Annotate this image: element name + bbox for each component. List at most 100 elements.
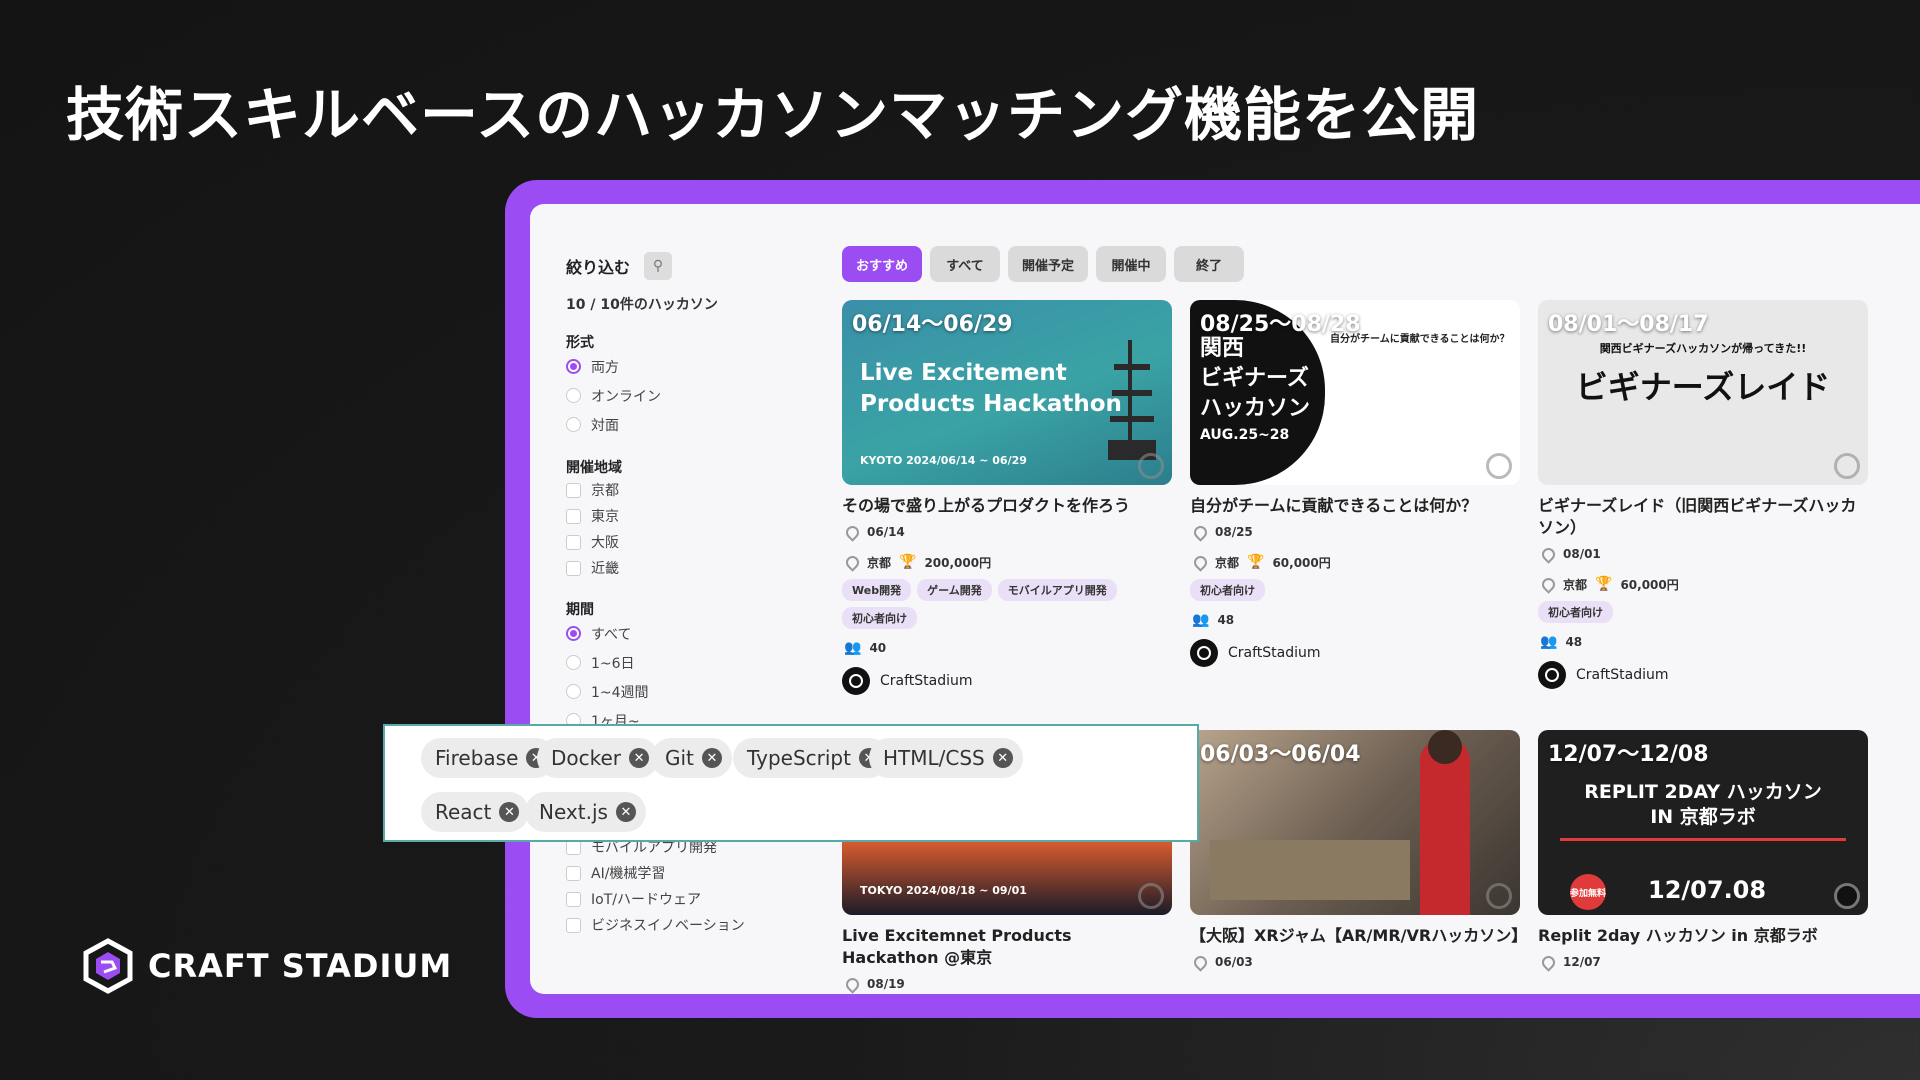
skill-chip-typescript[interactable]: TypeScript✕: [733, 738, 889, 778]
card-participants: 👥 48: [1540, 634, 1583, 650]
craftstadium-mark-icon: [1138, 453, 1164, 479]
format-option-online[interactable]: オンライン: [566, 381, 796, 410]
card-organizer[interactable]: CraftStadium: [842, 667, 1172, 695]
category-option-iot[interactable]: IoT/ハードウェア: [566, 886, 796, 912]
region-option-kinki[interactable]: 近畿: [566, 555, 796, 581]
location-pin-icon: [1191, 552, 1210, 572]
skill-chip-docker[interactable]: Docker ✕: [537, 738, 660, 778]
organizer-logo-icon: [842, 667, 870, 695]
trophy-icon: 🏆: [1595, 576, 1613, 592]
radio-icon[interactable]: [566, 388, 581, 403]
filter-sidebar: 絞り込む ⚲ 10 / 10件のハッカソン 形式 両方 オンライン 対面 開催地…: [566, 252, 796, 735]
skill-chip-react[interactable]: React ✕: [421, 792, 530, 832]
category-option-ai[interactable]: AI/機械学習: [566, 860, 796, 886]
card-thumbnail[interactable]: 08/01〜08/17 関西ビギナーズハッカソンが帰ってきた!! ビギナーズレイ…: [1538, 300, 1868, 485]
card-date: 06/03〜06/04: [1200, 742, 1361, 767]
card-title[interactable]: Live Excitemnet Products Hackathon @東京: [842, 925, 1172, 969]
hackathon-card[interactable]: 06/14〜06/29 Live Excitement Products Hac…: [842, 300, 1172, 695]
period-option-weeks[interactable]: 1~4週間: [566, 677, 796, 706]
tag-chip: モバイルアプリ開発: [997, 579, 1117, 601]
region-group-title: 開催地域: [566, 460, 622, 476]
calendar-pin-icon: [843, 974, 862, 994]
tag-chip: ゲーム開発: [917, 579, 992, 601]
remove-chip-icon[interactable]: ✕: [499, 802, 520, 822]
calendar-pin-icon: [1191, 952, 1210, 972]
format-group-title: 形式: [566, 335, 594, 351]
people-icon: 👥: [1192, 612, 1210, 628]
banner-title: 関西 ビギナーズ ハッカソン AUG.25~28: [1200, 336, 1311, 443]
filter-title: 絞り込む: [566, 258, 631, 277]
radio-icon[interactable]: [566, 655, 581, 670]
banner-divider: [1560, 838, 1846, 841]
format-option-offline[interactable]: 対面: [566, 410, 796, 439]
card-thumbnail[interactable]: 12/07〜12/08 REPLIT 2DAY ハッカソン IN 京都ラボ 参加…: [1538, 730, 1868, 915]
card-thumbnail[interactable]: 06/14〜06/29 Live Excitement Products Hac…: [842, 300, 1172, 485]
card-participants: 👥 48: [1192, 612, 1235, 628]
hackathon-card[interactable]: 08/01〜08/17 関西ビギナーズハッカソンが帰ってきた!! ビギナーズレイ…: [1538, 300, 1868, 689]
category-options: モバイルアプリ開発 AI/機械学習 IoT/ハードウェア ビジネスイノベーション: [566, 834, 796, 938]
checkbox-icon[interactable]: [566, 534, 581, 550]
radio-icon[interactable]: [566, 684, 581, 699]
radio-selected-icon[interactable]: [566, 626, 581, 641]
region-option-kyoto[interactable]: 京都: [566, 477, 796, 503]
remove-chip-icon[interactable]: ✕: [629, 748, 650, 768]
card-start-date: 12/07: [1538, 947, 1868, 977]
checkbox-icon[interactable]: [566, 560, 581, 576]
tab-recommended[interactable]: おすすめ: [842, 246, 923, 282]
remove-chip-icon[interactable]: ✕: [992, 748, 1013, 768]
checkbox-icon[interactable]: [566, 891, 581, 907]
status-tabs: おすすめ すべて 開催予定 開催中 終了: [842, 246, 1245, 282]
trophy-icon: 🏆: [899, 554, 917, 570]
card-organizer[interactable]: CraftStadium: [1190, 639, 1520, 667]
calendar-pin-icon: [1539, 544, 1558, 564]
tag-chip: Web開発: [842, 579, 912, 601]
card-thumbnail[interactable]: 06/03〜06/04: [1190, 730, 1520, 915]
hackathon-card[interactable]: 08/25〜08/28 関西 ビギナーズ ハッカソン AUG.25~28 自分が…: [1190, 300, 1520, 667]
filter-icon[interactable]: ⚲: [644, 252, 673, 280]
card-start-date: 06/03: [1190, 947, 1520, 977]
card-title[interactable]: Replit 2day ハッカソン in 京都ラボ: [1538, 925, 1868, 947]
card-title[interactable]: 自分がチームに貢献できることは何か？: [1190, 495, 1520, 517]
format-option-both[interactable]: 両方: [566, 352, 796, 381]
period-option-days[interactable]: 1~6日: [566, 648, 796, 677]
skill-chip-git[interactable]: Git ✕: [651, 738, 732, 778]
category-option-business[interactable]: ビジネスイノベーション: [566, 912, 796, 938]
result-count: 10 / 10件のハッカソン: [566, 297, 718, 313]
tab-all[interactable]: すべて: [930, 246, 1001, 282]
radio-icon[interactable]: [566, 417, 581, 432]
skill-chip-nextjs[interactable]: Next.js ✕: [525, 792, 646, 832]
person-head: [1428, 730, 1462, 764]
card-organizer[interactable]: CraftStadium: [1538, 661, 1868, 689]
tab-ongoing[interactable]: 開催中: [1096, 246, 1167, 282]
region-option-tokyo[interactable]: 東京: [566, 503, 796, 529]
card-title[interactable]: その場で盛り上がるプロダクトを作ろう: [842, 495, 1172, 517]
checkbox-icon[interactable]: [566, 917, 581, 933]
card-title[interactable]: ビギナーズレイド（旧関西ビギナーズハッカソン）: [1538, 495, 1868, 539]
card-thumbnail[interactable]: 08/25〜08/28 関西 ビギナーズ ハッカソン AUG.25~28 自分が…: [1190, 300, 1520, 485]
tab-upcoming[interactable]: 開催予定: [1008, 246, 1089, 282]
checkbox-icon[interactable]: [566, 508, 581, 524]
tag-chip: 初心者向け: [1190, 579, 1265, 601]
tab-ended[interactable]: 終了: [1174, 246, 1245, 282]
region-option-osaka[interactable]: 大阪: [566, 529, 796, 555]
people-icon: 👥: [844, 640, 862, 656]
location-pin-icon: [843, 552, 862, 572]
calendar-pin-icon: [1191, 522, 1210, 542]
card-title[interactable]: 【大阪】XRジャム【AR/MR/VRハッカソン】: [1190, 925, 1527, 947]
hackathon-card[interactable]: 12/07〜12/08 REPLIT 2DAY ハッカソン IN 京都ラボ 参加…: [1538, 730, 1868, 977]
banner-title: Live Excitement Products Hackathon: [860, 360, 1122, 417]
period-option-all[interactable]: すべて: [566, 619, 796, 648]
remove-chip-icon[interactable]: ✕: [615, 802, 636, 822]
hackathon-card[interactable]: 06/03〜06/04 【大阪】XRジャム【AR/MR/VRハッカソン】 06/…: [1190, 730, 1527, 977]
radio-selected-icon[interactable]: [566, 359, 581, 374]
app-screen: 絞り込む ⚲ 10 / 10件のハッカソン 形式 両方 オンライン 対面 開催地…: [530, 204, 1920, 994]
skill-chip-htmlcss[interactable]: HTML/CSS ✕: [869, 738, 1023, 778]
trophy-icon: 🏆: [1247, 554, 1265, 570]
craftstadium-mark-icon: [1486, 883, 1512, 909]
card-tags: Web開発 ゲーム開発 モバイルアプリ開発 初心者向け: [842, 579, 1172, 629]
remove-chip-icon[interactable]: ✕: [701, 748, 722, 768]
card-tags: 初心者向け: [1190, 579, 1520, 601]
checkbox-icon[interactable]: [566, 865, 581, 881]
banner-title: REPLIT 2DAY ハッカソン IN 京都ラボ: [1584, 781, 1822, 828]
checkbox-icon[interactable]: [566, 482, 581, 498]
